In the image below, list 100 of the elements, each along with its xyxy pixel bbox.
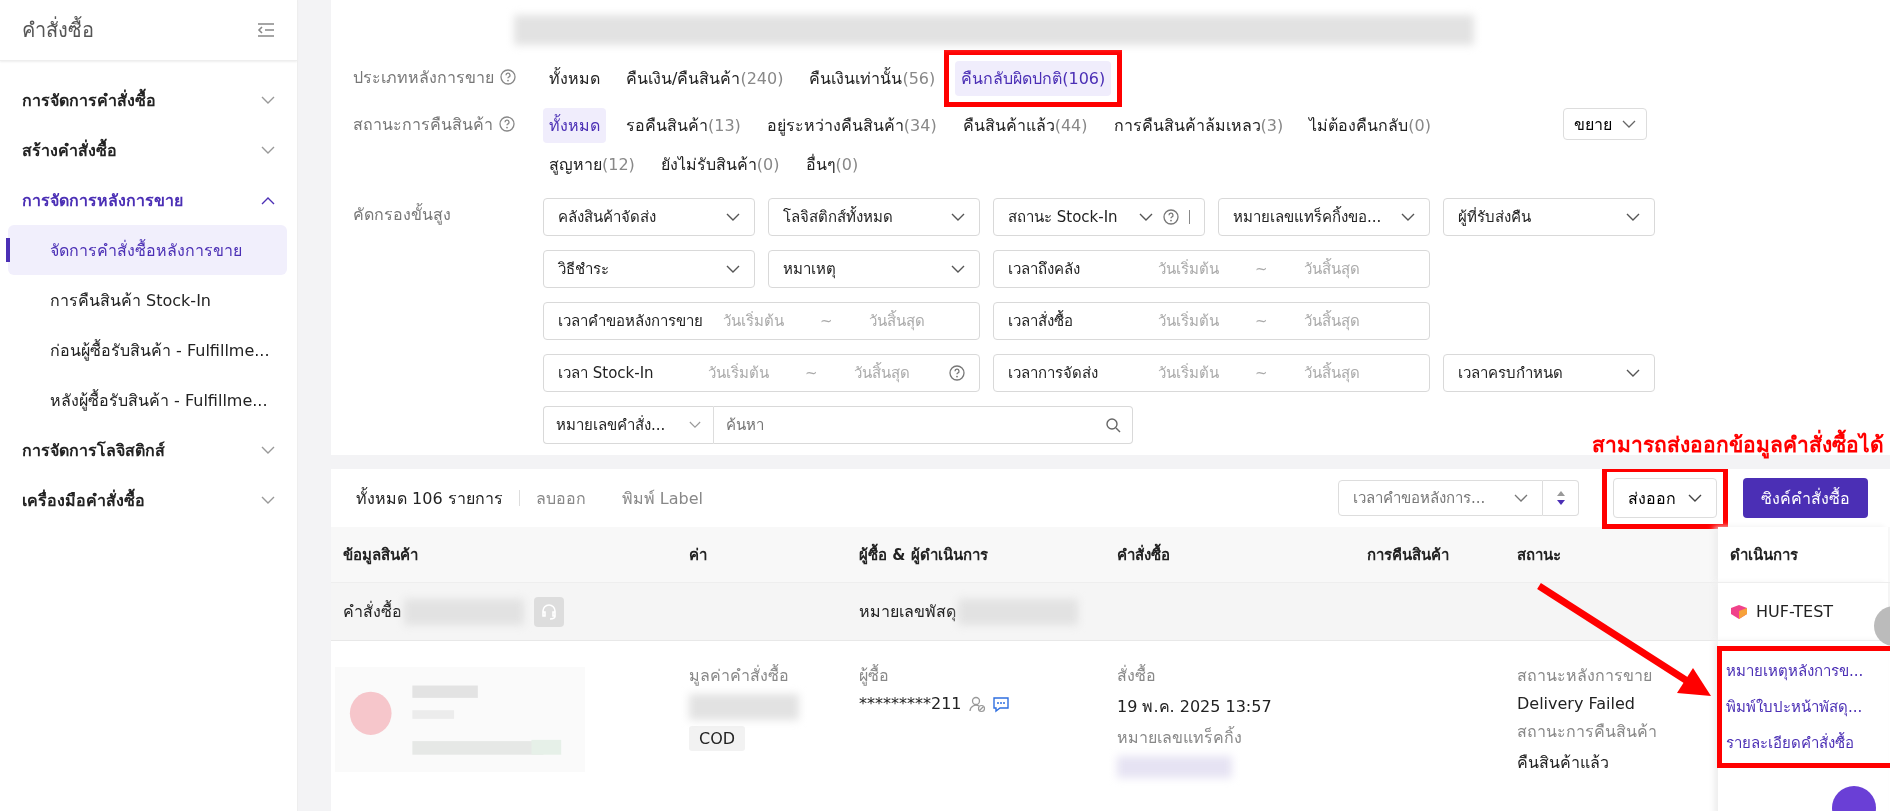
select-field[interactable]: โลจิสติกส์ทั้งหมด — [768, 198, 980, 236]
column-header: ผู้ซื้อ & ผู้ดำเนินการ — [858, 542, 989, 567]
ordered-label: สั่งซื้อ — [1117, 663, 1156, 687]
select-field[interactable]: ผู้ที่รับส่งคืน — [1443, 198, 1655, 236]
sidebar-title: คำสั่งซื้อ — [22, 15, 94, 44]
select-field[interactable]: เวลาครบกำหนด — [1443, 354, 1655, 392]
help-icon[interactable] — [499, 116, 515, 132]
filter-option[interactable]: คืนเงินเท่านั้น(56) — [803, 61, 942, 96]
help-icon[interactable] — [500, 69, 516, 85]
action-link[interactable]: หมายเหตุหลังการข... — [1726, 659, 1886, 683]
chevron-down-icon — [951, 212, 965, 222]
column-header: ข้อมูลสินค้า — [342, 544, 419, 567]
action-link[interactable]: พิมพ์ใบปะหน้าพัสดุ... — [1726, 695, 1886, 719]
chevron-down-icon — [261, 445, 275, 455]
column-header: ดำเนินการ — [1718, 527, 1888, 582]
status-value: คืนสินค้าแล้ว — [1517, 752, 1609, 774]
date-range-field[interactable]: เวลาสั่งซื้อ วันเริ่มต้น ~ วันสิ้นสุด — [993, 302, 1430, 340]
chevron-down-icon — [726, 212, 740, 222]
chevron-down-icon — [951, 264, 965, 274]
order-date: 19 พ.ค. 2025 13:57 — [1117, 696, 1272, 718]
select-field[interactable]: หมายเลขแทร็คกิ้งขอ... — [1218, 198, 1430, 236]
date-range-field[interactable]: เวลาถึงคลัง วันเริ่มต้น ~ วันสิ้นสุด — [993, 250, 1430, 288]
column-header: คำสั่งซื้อ — [1116, 542, 1171, 566]
chevron-down-icon — [689, 421, 701, 429]
filter-option[interactable]: คืนสินค้าแล้ว(44) — [956, 108, 1094, 143]
select-field[interactable]: หมาเหตุ — [768, 250, 980, 288]
order-value-label: มูลค่าคำสั่งซื้อ — [689, 663, 789, 688]
select-field[interactable]: คลังสินค้าจัดส่ง — [543, 198, 755, 236]
buyer-id: *********211 — [859, 694, 962, 713]
date-range-field[interactable]: เวลาคำขอหลังการขาย วันเริ่มต้น ~ วันสิ้นสุด — [543, 302, 980, 340]
filter-option[interactable]: คืนเงิน/คืนสินค้า(240) — [620, 61, 790, 96]
filter-label: คัดกรองขั้นสูง — [353, 202, 451, 227]
filter-option[interactable]: ทั้งหมด — [543, 108, 606, 143]
sidebar-group[interactable]: การจัดการหลังการขาย — [0, 175, 297, 225]
parcel-label: หมายเลขพัสดุ — [859, 601, 956, 624]
status-value: Delivery Failed — [1517, 694, 1635, 713]
chevron-down-icon — [1622, 119, 1636, 129]
shop-logo-icon — [1730, 603, 1748, 620]
chevron-down-icon — [1514, 493, 1528, 503]
shop-name: HUF-TEST — [1756, 602, 1834, 621]
chevron-down-icon — [261, 495, 275, 505]
filter-option[interactable]: สูญหาย(12) — [543, 147, 641, 182]
search-type-select[interactable]: หมายเลขคำสั่ง... — [543, 406, 714, 444]
chevron-down-icon — [1688, 493, 1702, 503]
filter-label: ประเภทหลังการขาย — [353, 66, 494, 89]
sync-orders-button[interactable]: ซิงค์คำสั่งซื้อ — [1743, 478, 1868, 518]
filter-option[interactable]: ยังไม่รับสินค้า(0) — [654, 147, 786, 182]
filter-option[interactable]: อื่นๆ(0) — [799, 147, 865, 182]
status-label: สถานะการคืนสินค้า — [1517, 721, 1657, 743]
sidebar-item[interactable]: การคืนสินค้า Stock-In — [8, 275, 287, 325]
sort-order-icon[interactable] — [1543, 480, 1579, 516]
order-label: คำสั่งซื้อ — [343, 599, 402, 623]
filter-option[interactable]: ไม่ต้องคืนกลับ(0) — [1303, 108, 1437, 143]
chevron-up-icon — [261, 195, 275, 205]
help-icon[interactable] — [1163, 209, 1179, 225]
date-range-field[interactable]: เวลาการจัดส่ง วันเริ่มต้น ~ วันสิ้นสุด — [993, 354, 1430, 392]
sidebar-group[interactable]: การจัดการโลจิสติกส์ — [0, 425, 297, 475]
filter-option[interactable]: รอคืนสินค้า(13) — [620, 108, 747, 143]
sidebar-item[interactable]: จัดการคำสั่งซื้อหลังการขาย — [8, 225, 287, 275]
sort-select[interactable]: เวลาคำขอหลังการ... — [1338, 480, 1543, 516]
user-icon[interactable] — [967, 694, 986, 713]
filter-option[interactable]: ทั้งหมด — [543, 61, 606, 96]
help-icon[interactable] — [949, 365, 965, 381]
column-header: การคืนสินค้า — [1366, 544, 1450, 566]
annotation-text: สามารถส่งออกข้อมูลคำสั่งซื้อได้ — [1592, 428, 1884, 461]
filter-option[interactable]: อยู่ระหว่างคืนสินค้า(34) — [760, 108, 943, 143]
total-count: ทั้งหมด 106 รายการ — [356, 486, 503, 510]
date-range-field[interactable]: เวลา Stock-In วันเริ่มต้น ~ วันสิ้นสุด — [543, 354, 980, 392]
chevron-down-icon — [261, 145, 275, 155]
status-label: สถานะหลังการขาย — [1517, 665, 1652, 687]
expand-button[interactable]: ขยาย — [1563, 108, 1647, 140]
filter-option[interactable]: คืนกลับผิดปกติ(106) — [955, 61, 1112, 96]
select-field[interactable]: วิธีชำระ — [543, 250, 755, 288]
filter-label: สถานะการคืนสินค้า — [353, 113, 493, 136]
sidebar-item[interactable]: ก่อนผู้ซื้อรับสินค้า - Fulfillme... — [8, 325, 287, 375]
tracking-label: หมายเลขแทร็คกิ้ง — [1117, 725, 1242, 749]
column-header: ค่า — [688, 544, 708, 566]
chevron-down-icon — [1139, 212, 1153, 222]
buyer-label: ผู้ซื้อ — [859, 663, 889, 688]
search-icon[interactable] — [1105, 417, 1121, 433]
toolbar-link[interactable]: ลบออก — [535, 485, 586, 511]
chat-icon[interactable] — [991, 694, 1010, 713]
search-field[interactable]: ค้นหา — [714, 406, 1133, 444]
payment-tag: COD — [689, 726, 746, 751]
filter-option[interactable]: การคืนสินค้าล้มเหลว(3) — [1107, 108, 1290, 143]
sidebar-group[interactable]: สร้างคำสั่งซื้อ — [0, 125, 297, 175]
chevron-down-icon — [1626, 368, 1640, 378]
action-link[interactable]: รายละเอียดคำสั่งซื้อ — [1726, 731, 1886, 755]
export-button[interactable]: ส่งออก — [1613, 478, 1717, 518]
collapse-menu-icon[interactable] — [257, 22, 275, 38]
toolbar-link[interactable]: พิมพ์ Label — [621, 485, 703, 511]
column-header: สถานะ — [1516, 544, 1562, 566]
sidebar-item[interactable]: หลังผู้ซื้อรับสินค้า - Fulfillme... — [8, 375, 287, 425]
sidebar-group[interactable]: เครื่องมือคำสั่งซื้อ — [0, 475, 297, 525]
chevron-down-icon — [261, 95, 275, 105]
chevron-down-icon — [1626, 212, 1640, 222]
sidebar-group[interactable]: การจัดการคำสั่งซื้อ — [0, 75, 297, 125]
chevron-down-icon — [726, 264, 740, 274]
chevron-down-icon — [1401, 212, 1415, 222]
select-field[interactable]: สถานะ Stock-In — [993, 198, 1205, 236]
